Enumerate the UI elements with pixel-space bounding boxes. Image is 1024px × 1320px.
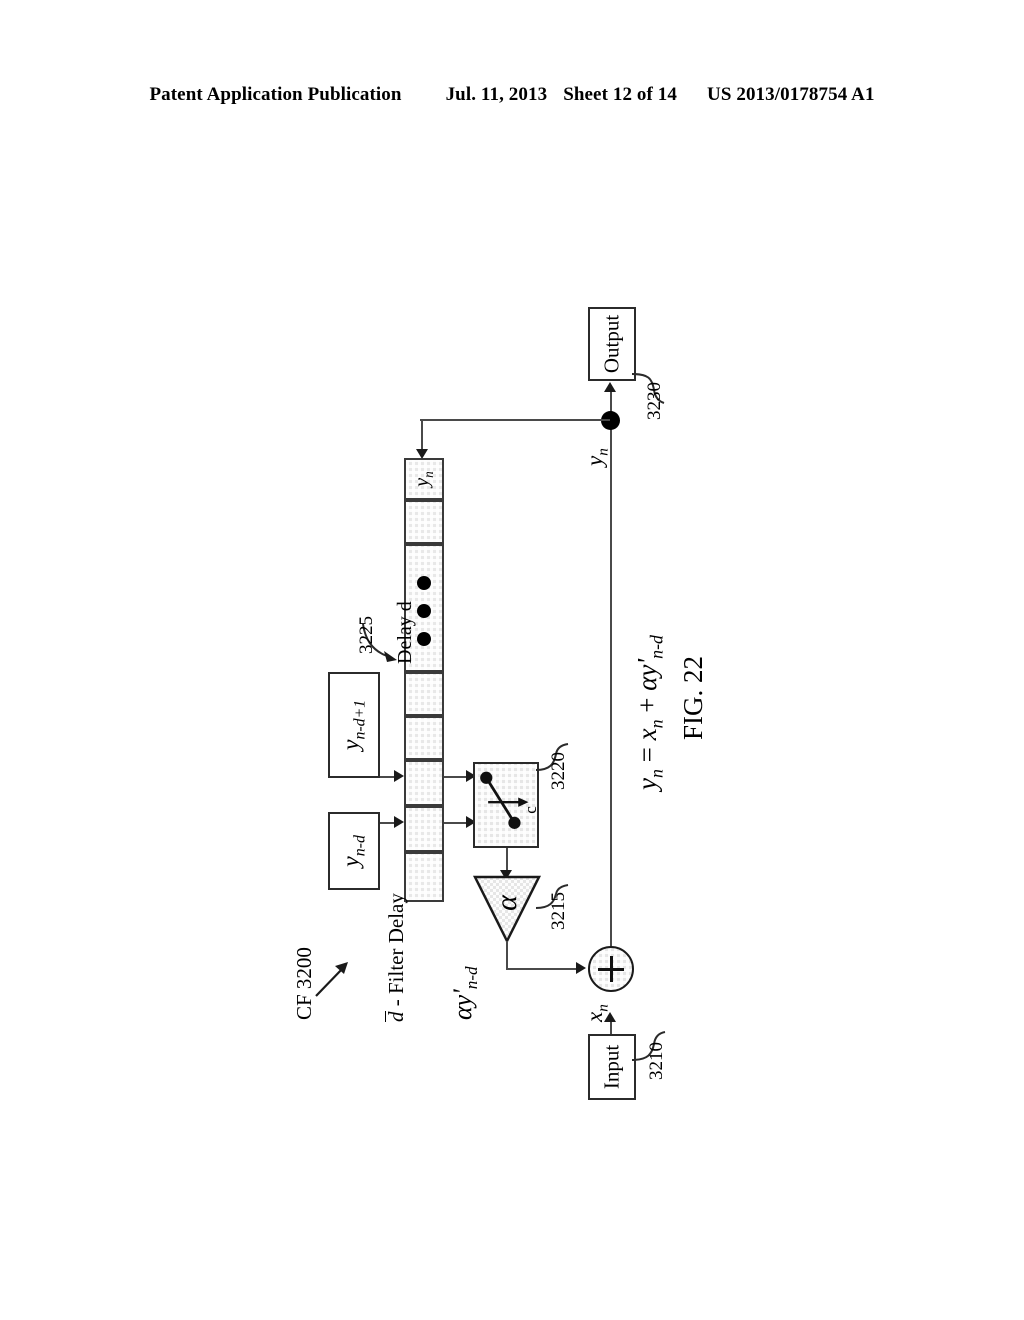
feedback-vertical-line (421, 419, 423, 451)
delay-cell-6 (404, 760, 444, 806)
amplifier-ref-number: 3215 (548, 892, 569, 930)
amplifier-block: α (472, 874, 542, 944)
delay-cell-1: yn (404, 458, 444, 500)
tap-label-2-base: y (338, 856, 365, 867)
feedback-signal-base: αy' (448, 989, 477, 1020)
amp-to-adder-line (506, 968, 580, 970)
delay-cell-1-label: y (411, 477, 433, 487)
output-ref-number: 3230 (644, 382, 665, 420)
equation-lhs-sub: n (646, 769, 667, 779)
tap-arrowhead-1-icon (394, 770, 404, 782)
switch-control-label: c (520, 806, 540, 814)
patent-figure-22: Output 3230 yn yn 3225 Delay d yn-d+1 yn… (0, 0, 1024, 1320)
tap-label-1: yn-d+1 (339, 700, 370, 750)
delay-cell-1-sub: n (421, 471, 436, 478)
delay-line: yn (404, 458, 444, 902)
amp-to-adder-arrowhead-icon (576, 962, 586, 974)
switch-input-line-1 (444, 776, 468, 778)
output-signal-base: y (582, 455, 607, 466)
equation-equals: = (632, 747, 662, 763)
input-block-label: Input (599, 1044, 624, 1090)
ellipsis-dot-3-icon (417, 632, 431, 646)
output-block: Output (588, 307, 636, 381)
delay-cell-7 (404, 806, 444, 852)
feedback-horizontal-line (420, 419, 610, 421)
input-ref-number: 3210 (646, 1042, 667, 1080)
delay-cell-2 (404, 500, 444, 544)
tap-label-1-base: y (338, 739, 365, 751)
feedback-signal-label: αy'n-d (448, 966, 482, 1020)
input-block: Input (588, 1034, 636, 1100)
legend-symbol: d (384, 1011, 408, 1022)
switch-input-line-2 (444, 822, 468, 824)
equation-alpha-y: αy' (632, 658, 662, 691)
delay-cell-5 (404, 716, 444, 760)
delay-line-label: Delay d (394, 601, 416, 664)
adder-plus-horizontal-icon (598, 967, 624, 971)
switch-block[interactable]: c (473, 762, 540, 848)
delay-cell-8 (404, 852, 444, 902)
output-signal-line (610, 420, 612, 960)
system-label-arrow-icon (315, 962, 348, 997)
input-signal-sub: n (594, 1004, 612, 1012)
ellipsis-dot-2-icon (417, 604, 431, 618)
amp-output-line (506, 941, 508, 969)
equation-plus: + (632, 697, 662, 713)
figure-caption: FIG. 22 (678, 655, 708, 740)
output-signal-label: yn (582, 448, 613, 466)
tap-label-box-2: yn-d (328, 812, 380, 890)
input-signal-label: xn (582, 1004, 613, 1022)
tap-label-1-sub: n-d+1 (351, 699, 369, 740)
feedback-signal-sub: n-d (462, 966, 482, 990)
switch-ref-number: 3220 (548, 752, 569, 790)
tap-label-2: yn-d (339, 835, 370, 867)
input-signal-base: x (582, 1011, 607, 1022)
equation-alpha-y-sub: n-d (646, 635, 667, 659)
ellipsis-dot-1-icon (417, 576, 431, 590)
tap-arrowhead-2-icon (394, 816, 404, 828)
amplifier-gain-label: α (490, 895, 523, 912)
adder-block (588, 946, 634, 992)
equation-lhs: y (632, 778, 662, 790)
output-block-label: Output (599, 314, 624, 374)
legend-filter-delay: d - Filter Delay (384, 893, 409, 1022)
legend-text: - Filter Delay (384, 893, 408, 1007)
tap-label-2-sub: n-d (351, 835, 369, 857)
tap-label-box-1: yn-d+1 (328, 672, 380, 778)
equation-x: x (632, 728, 662, 741)
delay-cell-4 (404, 672, 444, 716)
output-arrowhead-icon (604, 382, 616, 392)
delay-line-ref-number: 3225 (356, 616, 377, 654)
equation-x-sub: n (646, 719, 667, 729)
system-equation: yn = xn + αy'n-d (632, 635, 667, 790)
output-signal-sub: n (594, 448, 612, 456)
